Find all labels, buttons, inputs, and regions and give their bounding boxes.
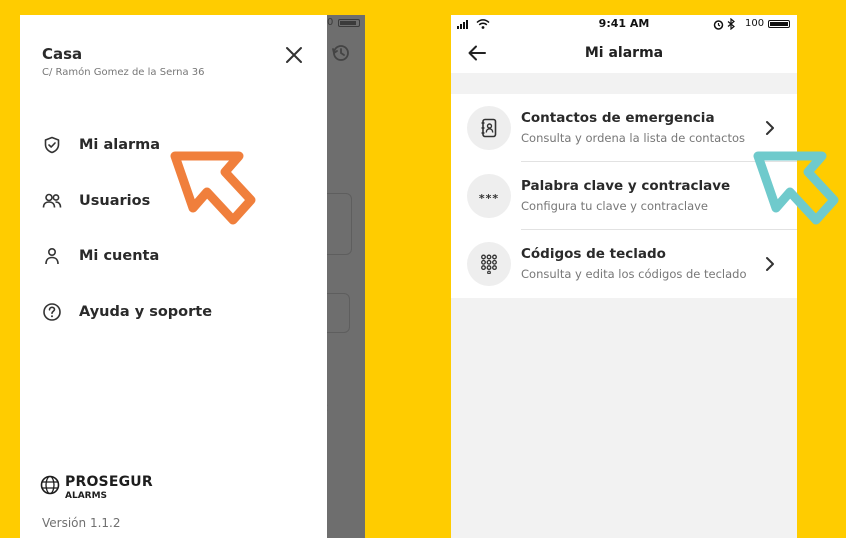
nav-bar: Mi alarma xyxy=(451,33,797,73)
chevron-right-icon xyxy=(766,257,774,271)
list-item-subtitle: Configura tu clave y contraclave xyxy=(521,199,709,213)
right-phone-screen: 9:41 AM 100 Mi alarma Contactos de emerg… xyxy=(451,15,797,538)
menu-item-label: Ayuda y soporte xyxy=(79,304,213,320)
users-icon xyxy=(42,191,62,211)
list-item-title: Contactos de emergencia xyxy=(521,110,715,126)
password-stars-text: *** xyxy=(478,191,500,205)
app-version: Versión 1.1.2 xyxy=(42,516,121,530)
globe-icon xyxy=(40,475,60,495)
close-icon[interactable] xyxy=(282,43,306,67)
list-item-palabra-clave[interactable]: *** Palabra clave y contraclave Configur… xyxy=(451,162,797,230)
background-battery-icon xyxy=(338,19,360,27)
keypad-icon xyxy=(467,242,511,286)
brand-subtitle: ALARMS xyxy=(65,491,108,501)
list-item-title: Palabra clave y contraclave xyxy=(521,178,731,194)
alarm-clock-icon xyxy=(713,20,724,30)
pointer-arrow-icon xyxy=(170,151,256,225)
background-status-text: 0 xyxy=(327,17,334,28)
left-phone-screen: 0 ‹ Casa C/ Ramón Gomez de la Serna 36 M… xyxy=(20,15,365,538)
list-item-title: Códigos de teclado xyxy=(521,246,666,262)
contact-book-icon xyxy=(467,106,511,150)
shield-check-icon xyxy=(42,135,62,155)
menu-item-ayuda-soporte[interactable]: Ayuda y soporte xyxy=(42,299,212,325)
bluetooth-icon xyxy=(727,18,735,30)
pointer-arrow-icon xyxy=(753,151,839,225)
battery-percent: 100 xyxy=(745,18,765,29)
background-history-icon xyxy=(332,45,349,61)
list-item-codigos-teclado[interactable]: Códigos de teclado Consulta y edita los … xyxy=(451,230,797,298)
battery-icon xyxy=(768,20,790,28)
menu-item-label: Mi alarma xyxy=(79,137,161,153)
menu-item-mi-alarma[interactable]: Mi alarma xyxy=(42,132,160,158)
menu-item-usuarios[interactable]: Usuarios xyxy=(42,188,150,214)
prosegur-logo: PROSEGUR ALARMS xyxy=(40,474,153,501)
menu-item-mi-cuenta[interactable]: Mi cuenta xyxy=(42,243,159,269)
status-bar: 9:41 AM 100 xyxy=(451,15,797,33)
chevron-right-icon xyxy=(766,121,774,135)
settings-list: Contactos de emergencia Consulta y orden… xyxy=(451,94,797,298)
help-circle-icon xyxy=(42,302,62,322)
user-icon xyxy=(42,246,62,266)
menu-item-label: Mi cuenta xyxy=(79,248,160,264)
brand-name: PROSEGUR xyxy=(65,474,153,490)
page-title: Mi alarma xyxy=(584,45,664,61)
drawer-title: Casa xyxy=(42,45,83,63)
side-drawer: Casa C/ Ramón Gomez de la Serna 36 Mi al… xyxy=(20,15,327,538)
password-stars-icon: *** xyxy=(467,174,511,218)
list-item-contactos-emergencia[interactable]: Contactos de emergencia Consulta y orden… xyxy=(451,94,797,162)
menu-item-label: Usuarios xyxy=(79,193,151,209)
drawer-address: C/ Ramón Gomez de la Serna 36 xyxy=(42,67,205,78)
list-item-subtitle: Consulta y edita los códigos de teclado xyxy=(521,267,747,281)
list-item-subtitle: Consulta y ordena la lista de contactos xyxy=(521,131,746,145)
